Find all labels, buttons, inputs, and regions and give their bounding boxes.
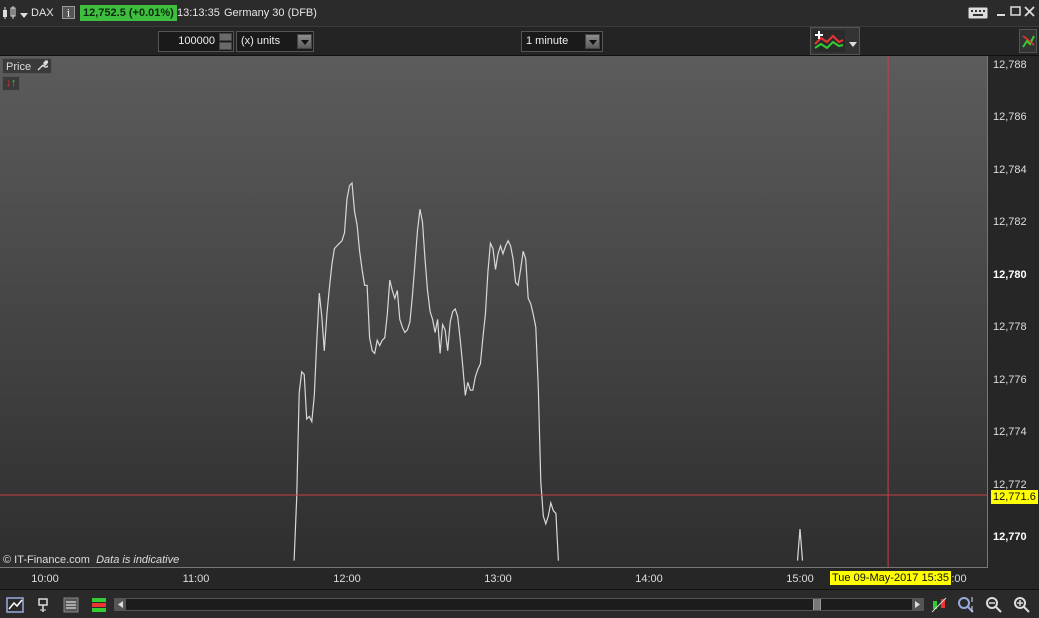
- close-button[interactable]: [1024, 5, 1035, 20]
- info-icon[interactable]: i: [62, 6, 75, 22]
- chart-settings-button[interactable]: [1019, 29, 1037, 53]
- minimize-button[interactable]: [996, 5, 1006, 20]
- unit-select-value: (x) units: [241, 35, 281, 47]
- price-change-badge: 12,752.5 (+0.01%): [80, 5, 177, 21]
- y-tick-label: 12,772: [993, 478, 1027, 491]
- buy-arrow-icon: ↑: [11, 77, 17, 89]
- keyboard-icon[interactable]: [968, 7, 988, 22]
- spin-up-icon[interactable]: [219, 33, 232, 41]
- quantity-stepper[interactable]: 100000: [158, 31, 234, 52]
- unit-select[interactable]: (x) units: [236, 31, 314, 52]
- interval-select[interactable]: 1 minute: [521, 31, 603, 52]
- cursor-tool-icon[interactable]: [34, 596, 52, 614]
- chevron-down-icon[interactable]: [20, 10, 28, 22]
- interval-select-value: 1 minute: [526, 35, 569, 47]
- trade-arrows-icon: [1021, 33, 1035, 52]
- price-panel-label-text: Price: [6, 60, 32, 73]
- zoom-fit-icon[interactable]: [957, 596, 975, 614]
- y-tick-label: 12,776: [993, 373, 1027, 386]
- orders-list-icon[interactable]: [90, 596, 108, 614]
- title-bar: DAX i 12,752.5 (+0.01%) 13:13:35 Germany…: [0, 0, 1039, 27]
- y-tick-label: 12,780: [993, 268, 1027, 281]
- price-chart-svg: [0, 56, 988, 567]
- scroll-left-icon[interactable]: [115, 599, 126, 610]
- zoom-in-icon[interactable]: [1013, 596, 1031, 614]
- y-tick-label: 12,782: [993, 216, 1027, 229]
- wrench-icon[interactable]: [36, 59, 50, 75]
- y-tick-label: 12,786: [993, 111, 1027, 124]
- scroll-right-icon[interactable]: [912, 599, 923, 610]
- list-icon[interactable]: [62, 596, 80, 614]
- price-series-line: [293, 181, 559, 561]
- instrument-name[interactable]: DAX: [31, 7, 54, 20]
- quantity-spin-buttons[interactable]: [219, 33, 232, 50]
- price-series-line: [796, 529, 804, 561]
- quantity-value: 100000: [178, 35, 215, 47]
- y-tick-label: 12,774: [993, 426, 1027, 439]
- price-panel-label[interactable]: Price: [2, 58, 53, 75]
- chart-line-icon[interactable]: [6, 596, 24, 614]
- price-chart-area[interactable]: [0, 56, 988, 567]
- spin-down-icon[interactable]: [219, 42, 232, 50]
- x-tick-label: :00: [951, 573, 967, 585]
- y-tick-label: 12,788: [993, 59, 1027, 71]
- y-tick-label: 12,778: [993, 321, 1027, 334]
- zoom-out-icon[interactable]: [985, 596, 1003, 614]
- indicators-button[interactable]: [810, 27, 860, 55]
- copyright-notice: © IT-Finance.com Data is indicative: [3, 554, 180, 566]
- candlestick-icon[interactable]: [2, 6, 18, 23]
- x-tick-label: 15:00: [786, 573, 814, 585]
- crosshair-price-tag: 12,771.6: [991, 490, 1038, 504]
- order-direction-button[interactable]: ↓↑: [2, 76, 20, 91]
- x-tick-label: 13:00: [484, 573, 512, 585]
- svg-text:i: i: [67, 9, 70, 20]
- horizontal-scrollbar[interactable]: [114, 598, 924, 611]
- maximize-button[interactable]: [1010, 5, 1021, 20]
- x-tick-label: 14:00: [635, 573, 663, 585]
- market-name: Germany 30 (DFB): [224, 7, 317, 19]
- x-tick-label: 12:00: [333, 573, 361, 585]
- candles-settings-icon[interactable]: [930, 596, 948, 614]
- chevron-down-icon[interactable]: [297, 34, 312, 49]
- x-tick-label: 10:00: [31, 573, 59, 585]
- y-tick-label: 12,784: [993, 163, 1027, 176]
- crosshair-date-tag: Tue 09-May-2017 15:35: [830, 571, 951, 585]
- indicator-icon: [813, 30, 845, 55]
- chevron-down-icon[interactable]: [585, 34, 600, 49]
- toolbar: 100000 (x) units 1 minute: [0, 27, 1039, 56]
- axis-corner: [988, 567, 1039, 589]
- clock-time: 13:13:35: [177, 7, 220, 19]
- x-tick-label: 11:00: [182, 573, 210, 585]
- scroll-thumb[interactable]: [813, 599, 821, 610]
- bottom-toolbar: [0, 589, 1039, 618]
- chevron-down-icon[interactable]: [849, 39, 857, 51]
- y-tick-label: 12,770: [993, 531, 1027, 543]
